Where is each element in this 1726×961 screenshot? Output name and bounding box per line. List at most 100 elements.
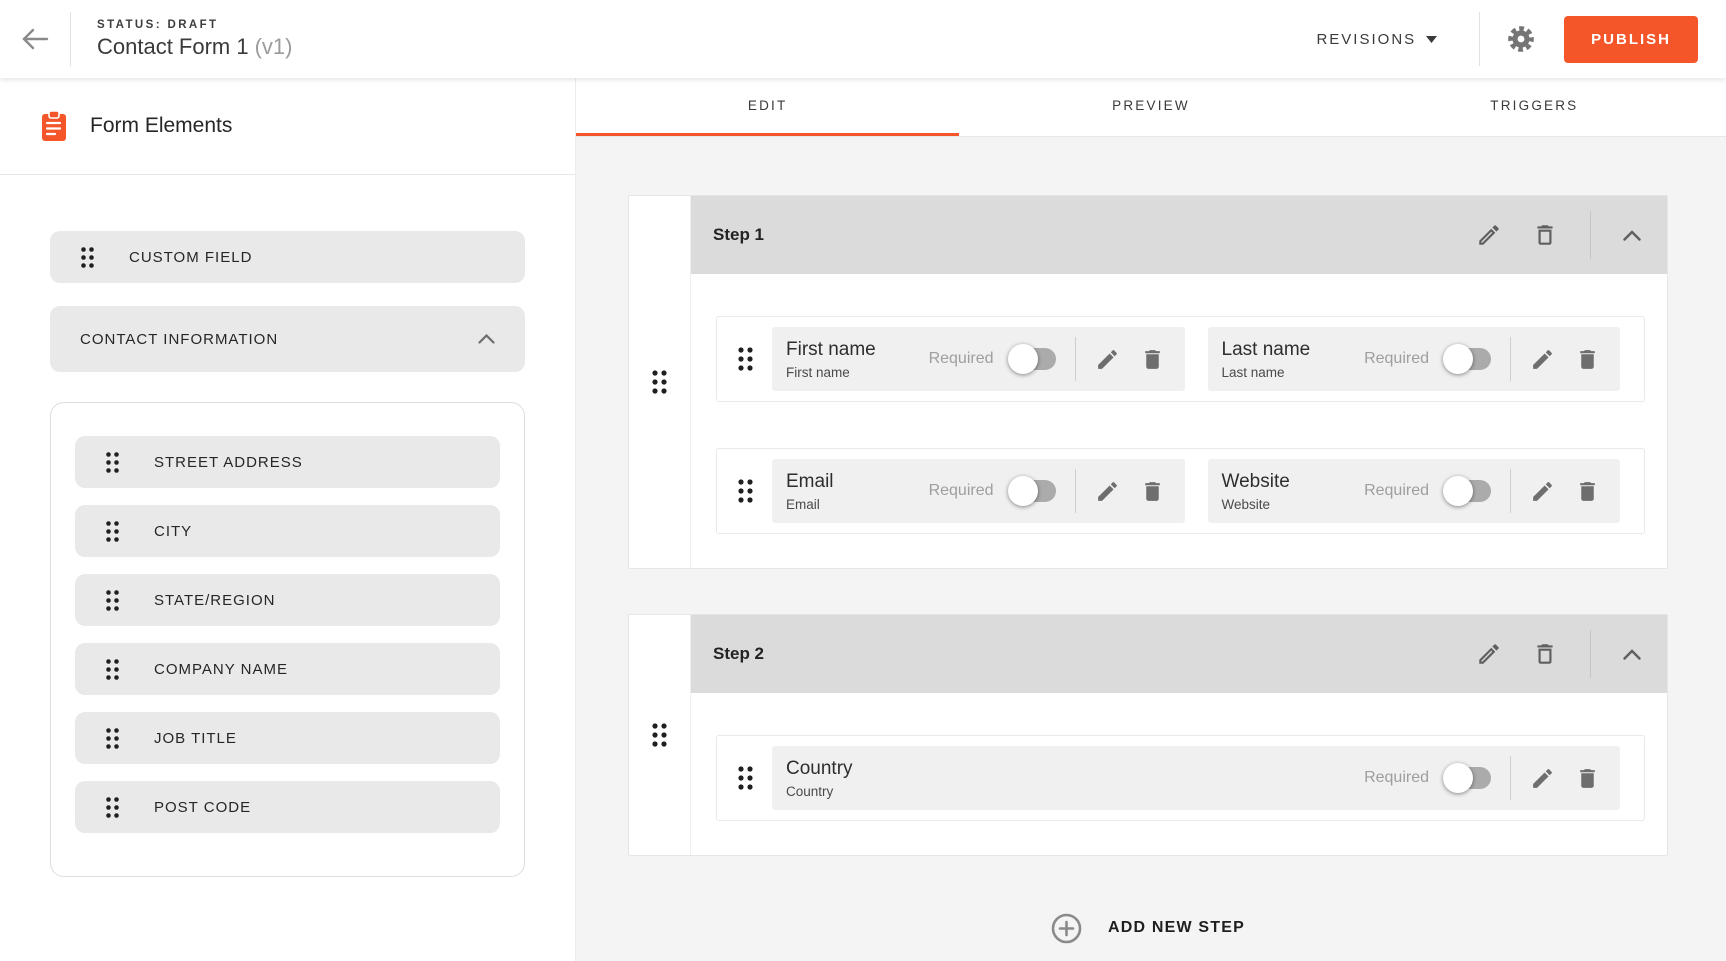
sidebar-item-post-code[interactable]: POST CODE — [75, 781, 500, 833]
plus-circle-icon — [1051, 913, 1082, 944]
drag-handle-icon[interactable] — [105, 796, 120, 819]
field-sublabel: Last name — [1222, 365, 1311, 380]
field-sublabel: First name — [786, 365, 876, 380]
pencil-icon — [1476, 641, 1502, 667]
drag-handle-icon[interactable] — [105, 727, 120, 750]
form-name: Contact Form 1 — [97, 34, 249, 59]
publish-button[interactable]: PUBLISH — [1564, 16, 1698, 63]
edit-field-button[interactable] — [1095, 479, 1120, 504]
edit-step-button[interactable] — [1476, 222, 1502, 248]
delete-step-button[interactable] — [1532, 641, 1558, 667]
step-2-card: Step 2 — [628, 614, 1668, 856]
drag-handle-icon[interactable] — [651, 722, 668, 748]
delete-step-button[interactable] — [1532, 222, 1558, 248]
field-row: First name First name Required — [716, 316, 1645, 402]
step-2-header: Step 2 — [691, 615, 1667, 693]
edit-step-button[interactable] — [1476, 641, 1502, 667]
trash-icon — [1575, 766, 1600, 791]
sidebar-item-label: JOB TITLE — [154, 730, 237, 747]
drag-handle-icon[interactable] — [105, 658, 120, 681]
required-toggle[interactable] — [1445, 348, 1491, 370]
add-new-step-button[interactable]: ADD NEW STEP — [628, 901, 1668, 955]
header-divider — [70, 12, 71, 66]
delete-field-button[interactable] — [1575, 347, 1600, 372]
collapse-step-button[interactable] — [1623, 230, 1641, 241]
edit-field-button[interactable] — [1530, 766, 1555, 791]
drag-handle-icon[interactable] — [737, 478, 754, 504]
field-country[interactable]: Country Country Required — [772, 746, 1620, 810]
chevron-up-icon — [1623, 230, 1641, 241]
contact-information-group-toggle[interactable]: CONTACT INFORMATION — [50, 306, 525, 372]
sidebar-item-city[interactable]: CITY — [75, 505, 500, 557]
revisions-label: REVISIONS — [1316, 31, 1416, 48]
step-drag-rail[interactable] — [629, 196, 691, 568]
tab-preview[interactable]: PREVIEW — [959, 78, 1342, 136]
sidebar-item-custom-field[interactable]: CUSTOM FIELD — [50, 231, 525, 283]
required-label: Required — [1364, 482, 1429, 500]
delete-field-button[interactable] — [1575, 479, 1600, 504]
caret-down-icon — [1426, 36, 1437, 43]
drag-handle-icon[interactable] — [105, 520, 120, 543]
back-arrow-icon — [20, 27, 50, 51]
trash-icon — [1532, 641, 1558, 667]
field-actions-divider — [1075, 469, 1076, 513]
required-toggle[interactable] — [1010, 480, 1056, 502]
tab-triggers[interactable]: TRIGGERS — [1343, 78, 1726, 136]
drag-handle-icon[interactable] — [737, 765, 754, 791]
drag-handle-icon[interactable] — [80, 246, 95, 269]
add-new-step-label: ADD NEW STEP — [1108, 919, 1245, 937]
clipboard-icon — [40, 110, 68, 142]
custom-field-label: CUSTOM FIELD — [129, 249, 252, 266]
step-title: Step 2 — [713, 644, 764, 664]
field-title: Last name — [1222, 338, 1311, 363]
back-button[interactable] — [0, 0, 70, 78]
tab-edit[interactable]: EDIT — [576, 78, 959, 136]
field-email[interactable]: Email Email Required — [772, 459, 1185, 523]
field-titles: Website Website — [1222, 470, 1290, 513]
delete-field-button[interactable] — [1140, 347, 1165, 372]
header-divider — [1479, 12, 1480, 66]
sidebar-item-street-address[interactable]: STREET ADDRESS — [75, 436, 500, 488]
header-actions-divider — [1590, 211, 1591, 259]
delete-field-button[interactable] — [1140, 479, 1165, 504]
drag-handle-icon[interactable] — [737, 346, 754, 372]
form-title-block: STATUS: DRAFT Contact Form 1(v1) — [97, 19, 293, 60]
settings-button[interactable] — [1506, 24, 1536, 54]
collapse-step-button[interactable] — [1623, 649, 1641, 660]
drag-handle-icon[interactable] — [651, 369, 668, 395]
required-toggle[interactable] — [1445, 767, 1491, 789]
required-toggle[interactable] — [1010, 348, 1056, 370]
drag-handle-icon[interactable] — [105, 589, 120, 612]
edit-field-button[interactable] — [1095, 347, 1120, 372]
sidebar-item-state-region[interactable]: STATE/REGION — [75, 574, 500, 626]
step-drag-rail[interactable] — [629, 615, 691, 855]
field-title: Website — [1222, 470, 1290, 495]
step-1-card: Step 1 — [628, 195, 1668, 569]
pencil-icon — [1530, 347, 1555, 372]
revisions-dropdown[interactable]: REVISIONS — [1316, 31, 1437, 48]
status-badge: STATUS: DRAFT — [97, 19, 293, 31]
sidebar-item-company-name[interactable]: COMPANY NAME — [75, 643, 500, 695]
form-canvas: Step 1 — [576, 137, 1726, 961]
required-toggle[interactable] — [1445, 480, 1491, 502]
drag-handle-icon[interactable] — [105, 451, 120, 474]
field-first-name[interactable]: First name First name Required — [772, 327, 1185, 391]
edit-field-button[interactable] — [1530, 347, 1555, 372]
field-title: First name — [786, 338, 876, 363]
edit-field-button[interactable] — [1530, 479, 1555, 504]
sidebar-item-label: POST CODE — [154, 799, 251, 816]
sidebar-item-label: STREET ADDRESS — [154, 454, 303, 471]
field-website[interactable]: Website Website Required — [1208, 459, 1621, 523]
group-label: CONTACT INFORMATION — [80, 331, 278, 348]
required-label: Required — [1364, 769, 1429, 787]
field-last-name[interactable]: Last name Last name Required — [1208, 327, 1621, 391]
step-rows: First name First name Required — [691, 274, 1667, 568]
delete-field-button[interactable] — [1575, 766, 1600, 791]
page-title: Contact Form 1(v1) — [97, 34, 293, 60]
sidebar-item-job-title[interactable]: JOB TITLE — [75, 712, 500, 764]
field-actions-divider — [1510, 469, 1511, 513]
field-titles: Country Country — [786, 757, 853, 800]
step-header-actions — [1476, 211, 1641, 259]
form-builder-app: STATUS: DRAFT Contact Form 1(v1) REVISIO… — [0, 0, 1726, 961]
field-title: Email — [786, 470, 834, 495]
